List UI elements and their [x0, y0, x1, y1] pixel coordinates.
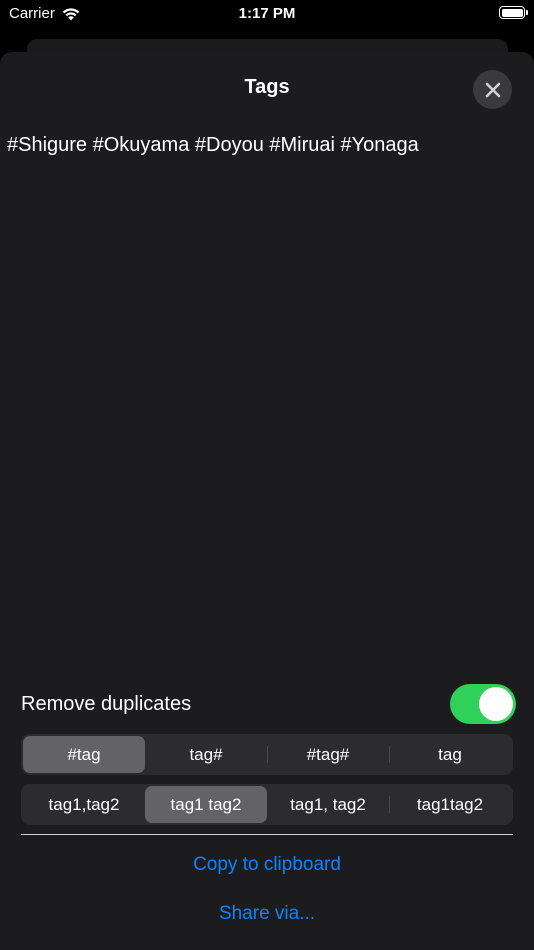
copy-to-clipboard-button[interactable]: Copy to clipboard [0, 854, 534, 876]
divider-line [21, 834, 513, 835]
close-button[interactable] [473, 70, 512, 109]
remove-duplicates-toggle[interactable] [450, 684, 516, 724]
sheet-title: Tags [244, 76, 290, 98]
segment-format-hash-both[interactable]: #tag# [267, 736, 389, 773]
status-time: 1:17 PM [238, 5, 296, 22]
segment-separator-none[interactable]: tag1tag2 [389, 786, 511, 823]
tags-sheet: Tags #Shigure #Okuyama #Doyou #Miruai #Y… [0, 52, 534, 950]
tag-format-segmented-control: #tag tag# #tag# tag [21, 734, 513, 775]
share-via-button[interactable]: Share via... [0, 903, 534, 925]
screen: Carrier 1:17 PM Tags #Shigure #Okuyama #… [0, 0, 534, 950]
segment-separator-comma-space[interactable]: tag1, tag2 [267, 786, 389, 823]
tags-output-text[interactable]: #Shigure #Okuyama #Doyou #Miruai #Yonaga [7, 134, 527, 157]
tag-separator-segmented-control: tag1,tag2 tag1 tag2 tag1, tag2 tag1tag2 [21, 784, 513, 825]
segment-separator-space[interactable]: tag1 tag2 [145, 786, 267, 823]
toggle-knob [479, 687, 513, 721]
remove-duplicates-label: Remove duplicates [21, 693, 192, 715]
segment-format-hash-prefix[interactable]: #tag [23, 736, 145, 773]
segment-format-plain[interactable]: tag [389, 736, 511, 773]
close-icon [485, 82, 500, 97]
segment-format-hash-suffix[interactable]: tag# [145, 736, 267, 773]
segment-separator-comma[interactable]: tag1,tag2 [23, 786, 145, 823]
battery-icon [499, 6, 528, 19]
remove-duplicates-row: Remove duplicates [21, 684, 516, 724]
status-bar: Carrier 1:17 PM [0, 0, 534, 30]
